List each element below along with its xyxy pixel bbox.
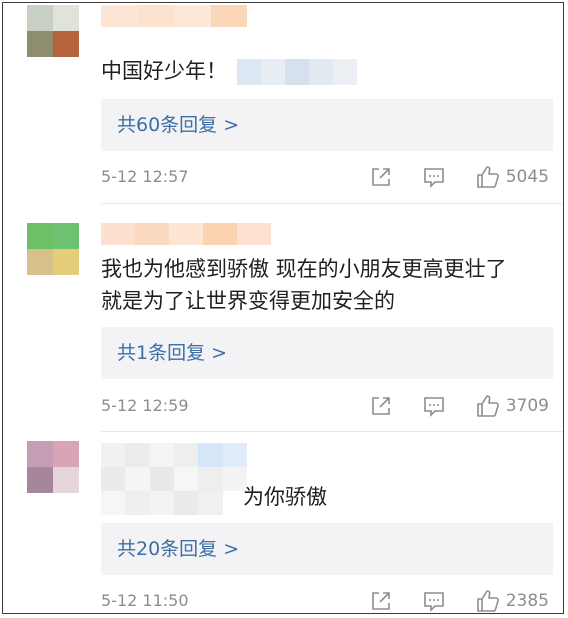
comment-list: 中国好少年！ 共60条回复 > 5-12 12:57 5045 我也为他感到骄傲… xyxy=(2,2,564,614)
view-replies-button[interactable]: 共1条回复 > xyxy=(101,327,553,379)
timestamp: 5-12 11:50 xyxy=(101,591,189,610)
reply-button[interactable] xyxy=(422,590,446,612)
blurred-text xyxy=(237,59,357,85)
like-count: 5045 xyxy=(505,167,549,187)
comment-icon xyxy=(423,397,444,417)
divider xyxy=(101,203,563,204)
reply-button[interactable] xyxy=(422,395,446,417)
username-blurred[interactable] xyxy=(101,223,271,245)
comment-icon xyxy=(423,168,444,188)
timestamp: 5-12 12:59 xyxy=(101,396,189,415)
username-blurred[interactable] xyxy=(101,5,247,27)
avatar[interactable] xyxy=(27,223,79,275)
like-button[interactable]: 3709 xyxy=(476,394,549,418)
share-icon xyxy=(371,592,390,610)
username-blurred[interactable] xyxy=(101,443,247,515)
divider xyxy=(101,431,563,432)
share-button[interactable] xyxy=(370,166,392,188)
view-replies-button[interactable]: 共60条回复 > xyxy=(101,99,553,151)
comment-text: 中国好少年！ xyxy=(101,55,545,87)
comment-text: 为你骄傲 xyxy=(243,485,327,509)
comment-meta: 5-12 12:57 5045 xyxy=(101,165,549,189)
share-button[interactable] xyxy=(370,395,392,417)
like-count: 3709 xyxy=(505,396,549,416)
comment-text: 我也为他感到骄傲 现在的小朋友更高更壮了 就是为了让世界变得更加安全的 xyxy=(101,253,545,317)
reply-button[interactable] xyxy=(422,166,446,188)
comment-meta: 5-12 12:59 3709 xyxy=(101,394,549,418)
comment-meta: 5-12 11:50 2385 xyxy=(101,589,549,613)
avatar[interactable] xyxy=(27,5,79,57)
thumbs-up-icon xyxy=(476,590,499,612)
like-count: 2385 xyxy=(505,591,549,611)
timestamp: 5-12 12:57 xyxy=(101,167,189,186)
like-button[interactable]: 2385 xyxy=(476,589,549,613)
comment-text-line-1: 我也为他感到骄傲 现在的小朋友更高更壮了 xyxy=(101,257,507,281)
thumbs-up-icon xyxy=(476,395,499,417)
like-button[interactable]: 5045 xyxy=(476,165,549,189)
share-icon xyxy=(371,168,390,186)
comment-icon xyxy=(423,592,444,612)
view-replies-button[interactable]: 共20条回复 > xyxy=(101,523,553,575)
share-icon xyxy=(371,397,390,415)
thumbs-up-icon xyxy=(476,166,499,188)
comment-text-line-2: 就是为了让世界变得更加安全的 xyxy=(101,289,395,313)
avatar[interactable] xyxy=(27,441,79,493)
share-button[interactable] xyxy=(370,590,392,612)
